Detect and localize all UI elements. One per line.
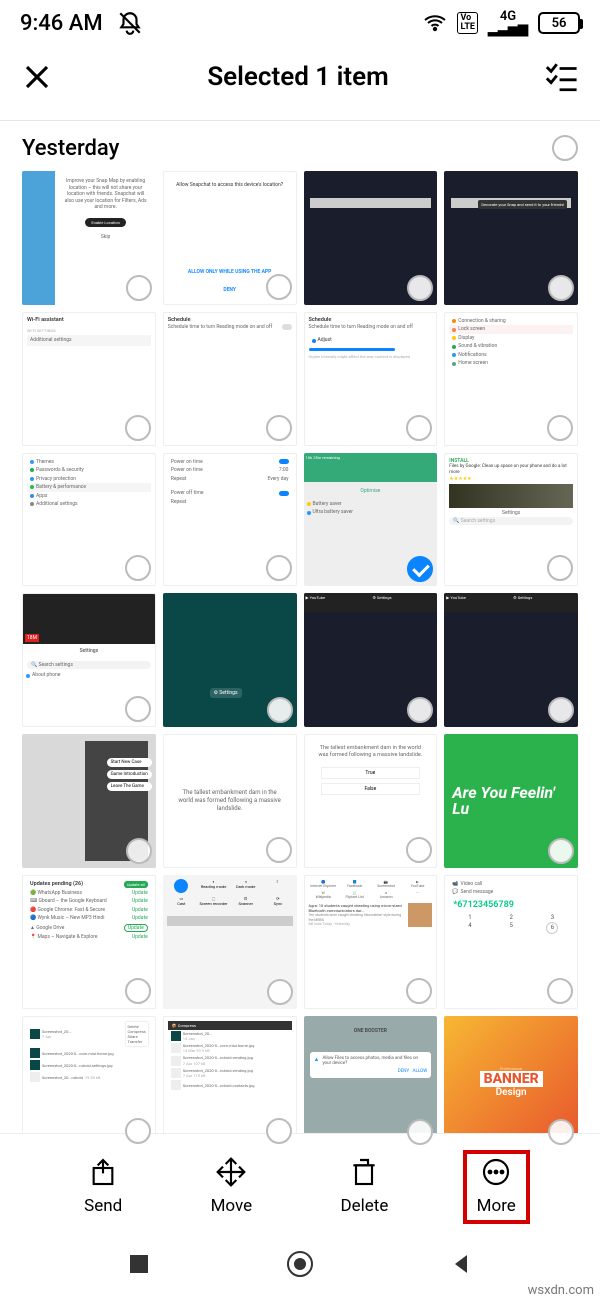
selection-header: Selected 1 item xyxy=(0,42,600,120)
action-bar: Send Move Delete More xyxy=(0,1133,600,1230)
thumbnail[interactable]: Wi-Fi assistant WI-FI SETTINGS Additiona… xyxy=(22,312,156,446)
thumbnail[interactable]: Themes Passwords & security Privacy prot… xyxy=(22,453,156,587)
divider xyxy=(0,120,600,121)
select-circle[interactable] xyxy=(125,696,151,722)
select-circle[interactable] xyxy=(407,275,433,301)
thumbnail[interactable]: ⚙ Settings xyxy=(163,593,297,727)
system-nav-bar xyxy=(0,1238,600,1300)
select-circle[interactable] xyxy=(406,415,432,441)
thumbnail[interactable]: 📦 Compress Screenshot_20...14 Jan Screen… xyxy=(163,1016,297,1150)
send-icon xyxy=(87,1156,119,1188)
select-circle[interactable] xyxy=(125,555,151,581)
thumbnail[interactable]: INSTALL Files by Google: Clean up space … xyxy=(444,453,578,587)
thumbnail[interactable]: 🔵Internet Explorer📘Facebook📷Screenshot▶Y… xyxy=(304,875,438,1009)
section-yesterday: Yesterday xyxy=(0,129,600,171)
select-circle[interactable] xyxy=(406,837,432,863)
select-circle[interactable] xyxy=(267,697,293,723)
volte-icon: VoLTE xyxy=(457,12,478,34)
page-title: Selected 1 item xyxy=(207,62,388,92)
recent-apps-icon[interactable] xyxy=(128,1253,150,1275)
thumbnail[interactable]: ◐Reading mode ◑Dark mode ☾ ▭Cast ⬚Screen… xyxy=(163,875,297,1009)
thumbnail[interactable]: ONE BOOSTER ▲Allow Files to access photo… xyxy=(304,1016,438,1150)
select-circle[interactable] xyxy=(547,978,573,1004)
select-circle[interactable] xyxy=(267,979,293,1005)
select-all-icon[interactable] xyxy=(544,60,578,94)
battery-indicator: 56 xyxy=(538,12,580,34)
section-select-circle[interactable] xyxy=(552,135,578,161)
thumbnail[interactable]: Improve your Snap Map by enabling locati… xyxy=(22,171,156,305)
select-circle[interactable] xyxy=(548,697,574,723)
select-circle[interactable] xyxy=(125,1118,151,1144)
status-time: 9:46 AM xyxy=(20,11,103,36)
delete-icon xyxy=(348,1156,380,1188)
select-circle[interactable] xyxy=(266,274,292,300)
dnd-icon xyxy=(117,10,143,36)
select-circle[interactable] xyxy=(125,415,151,441)
thumbnail[interactable]: Updates pending (26)Update all 🟢 WhatsAp… xyxy=(22,875,156,1009)
status-bar: 9:46 AM VoLTE 4G▂▃▅▆ 56 xyxy=(0,0,600,42)
select-circle[interactable] xyxy=(406,978,432,1004)
thumbnail[interactable]: Screenshot_20...7 Apr DeleteCompressShar… xyxy=(22,1016,156,1150)
move-button[interactable]: Move xyxy=(211,1156,253,1216)
section-title: Yesterday xyxy=(22,136,119,161)
thumbnail[interactable]: Power on time Power on time7:00 RepeatEv… xyxy=(163,453,297,587)
thumbnail[interactable]: The tallest embankment dam in the world … xyxy=(163,734,297,868)
thumbnail[interactable]: Schedule Schedule time to turn Reading m… xyxy=(163,312,297,446)
network-label: 4G▂▃▅▆ xyxy=(488,10,528,36)
select-circle[interactable] xyxy=(547,415,573,441)
select-circle[interactable] xyxy=(126,838,152,864)
move-icon xyxy=(215,1156,247,1188)
thumbnail[interactable]: Schedule Schedule time to turn Reading m… xyxy=(304,312,438,446)
wifi-icon xyxy=(423,11,447,35)
more-icon xyxy=(480,1156,512,1188)
close-icon[interactable] xyxy=(22,62,52,92)
thumbnail[interactable]: ▶ YouTube⚙ Settings xyxy=(304,593,438,727)
more-button[interactable]: More xyxy=(465,1152,528,1222)
thumbnail[interactable]: Are You Feelin' Lu xyxy=(444,734,578,868)
thumbnail[interactable]: 📹 Video call 💬 Send message *67123456789… xyxy=(444,875,578,1009)
thumbnail[interactable]: Professional BANNER Design xyxy=(444,1016,578,1150)
thumbnails-grid: Improve your Snap Map by enabling locati… xyxy=(0,171,600,1149)
thumbnail[interactable]: 18M Settings 🔍 Search settings About pho… xyxy=(22,593,156,727)
watermark: wsxdn.com xyxy=(528,1283,594,1298)
thumbnail[interactable]: Connection & sharing Lock screen Display… xyxy=(444,312,578,446)
thumbnail[interactable]: ▶ YouTube⚙ Settings xyxy=(444,593,578,727)
send-button[interactable]: Send xyxy=(84,1156,122,1216)
select-circle[interactable] xyxy=(266,837,292,863)
select-circle[interactable] xyxy=(266,415,292,441)
select-circle[interactable] xyxy=(125,978,151,1004)
thumbnail[interactable]: Allow Snapchat to access this device's l… xyxy=(163,171,297,305)
delete-button[interactable]: Delete xyxy=(340,1156,388,1216)
select-circle[interactable] xyxy=(266,1118,292,1144)
thumbnail[interactable]: Decorate your Snap and send it to your f… xyxy=(444,171,578,305)
thumbnail[interactable]: 10h 25m remaining Optimise Battery saver… xyxy=(304,453,438,587)
back-icon[interactable] xyxy=(450,1253,472,1275)
thumbnail[interactable]: Start New Case Game Introduction Leave T… xyxy=(22,734,156,868)
select-circle[interactable] xyxy=(548,838,574,864)
select-circle[interactable] xyxy=(126,275,152,301)
thumbnail[interactable]: The tallest embankment dam in the world … xyxy=(304,734,438,868)
select-circle[interactable] xyxy=(548,275,574,301)
home-icon[interactable] xyxy=(286,1250,314,1278)
select-circle[interactable] xyxy=(266,555,292,581)
thumbnail[interactable] xyxy=(304,171,438,305)
